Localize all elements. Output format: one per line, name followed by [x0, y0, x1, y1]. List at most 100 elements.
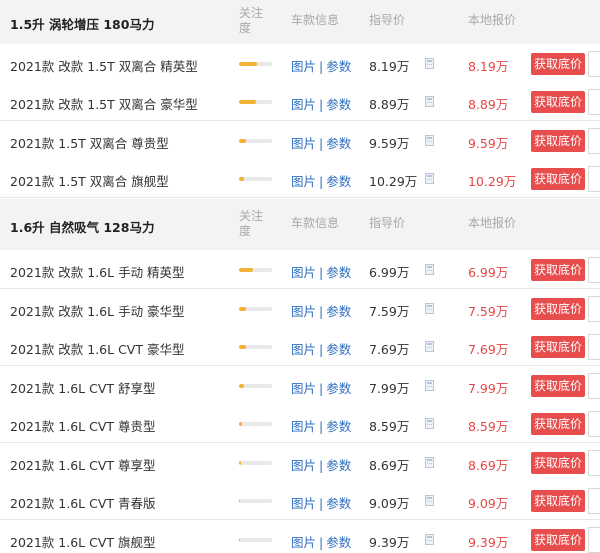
params-link[interactable]: 参数	[326, 136, 351, 151]
attention-bar	[239, 461, 272, 465]
attention-bar-fill	[239, 499, 241, 503]
calculator-icon[interactable]	[425, 264, 434, 275]
row-action-edge[interactable]	[588, 488, 600, 514]
row-action-edge[interactable]	[588, 450, 600, 476]
row-action-edge[interactable]	[588, 166, 600, 192]
get-lowest-price-button[interactable]: 获取底价	[531, 298, 585, 320]
calculator-icon[interactable]	[425, 58, 434, 69]
photos-link[interactable]: 图片	[291, 458, 316, 473]
model-info-links: 图片 | 参数	[291, 56, 351, 75]
get-lowest-price-button[interactable]: 获取底价	[531, 336, 585, 358]
get-lowest-price-button[interactable]: 获取底价	[531, 168, 585, 190]
row-action-edge[interactable]	[588, 128, 600, 154]
car-model-name[interactable]: 2021款 改款 1.6L 手动 精英型	[10, 262, 185, 281]
guide-price: 8.19万	[369, 59, 410, 74]
calculator-icon[interactable]	[425, 173, 434, 184]
attention-bar-fill	[239, 62, 258, 66]
photos-link[interactable]: 图片	[291, 381, 316, 396]
calculator-icon[interactable]	[425, 495, 434, 506]
car-model-name[interactable]: 2021款 改款 1.6L CVT 豪华型	[10, 339, 184, 358]
row-action-edge[interactable]	[588, 334, 600, 360]
calculator-icon[interactable]	[425, 96, 434, 107]
params-link[interactable]: 参数	[326, 265, 351, 280]
photos-link[interactable]: 图片	[291, 265, 316, 280]
params-link[interactable]: 参数	[326, 174, 351, 189]
row-action-edge[interactable]	[588, 89, 600, 115]
model-info-links: 图片 | 参数	[291, 416, 351, 435]
attention-bar	[239, 538, 272, 542]
get-lowest-price-button[interactable]: 获取底价	[531, 53, 585, 75]
car-model-name[interactable]: 2021款 1.6L CVT 青春版	[10, 493, 156, 512]
photos-link[interactable]: 图片	[291, 136, 316, 151]
params-link[interactable]: 参数	[326, 342, 351, 357]
params-link[interactable]: 参数	[326, 419, 351, 434]
row-action-edge[interactable]	[588, 411, 600, 437]
local-price: 8.19万	[468, 59, 509, 74]
table-row: 2021款 改款 1.6L 手动 豪华型 图片 | 参数 7.59万 7.59万 获取底价	[0, 289, 600, 328]
attention-bar	[239, 499, 272, 503]
car-model-name[interactable]: 2021款 1.5T 双离合 尊贵型	[10, 133, 169, 152]
photos-link[interactable]: 图片	[291, 496, 316, 511]
photos-link[interactable]: 图片	[291, 419, 316, 434]
photos-link[interactable]: 图片	[291, 97, 316, 112]
calculator-icon[interactable]	[425, 457, 434, 468]
attention-bar-fill	[239, 139, 247, 143]
engine-group-title: 1.5升 涡轮增压 180马力	[10, 17, 155, 32]
params-link[interactable]: 参数	[326, 59, 351, 74]
guide-price: 8.89万	[369, 97, 410, 112]
model-info-links: 图片 | 参数	[291, 301, 351, 320]
link-separator: |	[319, 59, 324, 74]
calculator-icon[interactable]	[425, 341, 434, 352]
car-model-name[interactable]: 2021款 1.6L CVT 尊享型	[10, 455, 156, 474]
photos-link[interactable]: 图片	[291, 342, 316, 357]
params-link[interactable]: 参数	[326, 496, 351, 511]
link-separator: |	[319, 458, 324, 473]
photos-link[interactable]: 图片	[291, 59, 316, 74]
car-model-name[interactable]: 2021款 改款 1.6L 手动 豪华型	[10, 301, 185, 320]
attention-bar-fill	[239, 538, 241, 542]
params-link[interactable]: 参数	[326, 304, 351, 319]
table-row: 2021款 1.5T 双离合 尊贵型 图片 | 参数 9.59万 9.59万 获取底价	[0, 121, 600, 160]
get-lowest-price-button[interactable]: 获取底价	[531, 413, 585, 435]
get-lowest-price-button[interactable]: 获取底价	[531, 375, 585, 397]
guide-price: 10.29万	[369, 174, 418, 189]
table-row: 2021款 1.6L CVT 旗舰型 图片 | 参数 9.39万 9.39万 获取底价	[0, 520, 600, 553]
row-action-edge[interactable]	[588, 373, 600, 399]
row-action-edge[interactable]	[588, 527, 600, 553]
row-action-edge[interactable]	[588, 51, 600, 77]
car-model-name[interactable]: 2021款 改款 1.5T 双离合 精英型	[10, 56, 198, 75]
calculator-icon[interactable]	[425, 418, 434, 429]
photos-link[interactable]: 图片	[291, 304, 316, 319]
params-link[interactable]: 参数	[326, 535, 351, 550]
get-lowest-price-button[interactable]: 获取底价	[531, 259, 585, 281]
get-lowest-price-button[interactable]: 获取底价	[531, 91, 585, 113]
params-link[interactable]: 参数	[326, 97, 351, 112]
get-lowest-price-button[interactable]: 获取底价	[531, 130, 585, 152]
get-lowest-price-button[interactable]: 获取底价	[531, 529, 585, 551]
car-model-name[interactable]: 2021款 1.5T 双离合 旗舰型	[10, 171, 169, 190]
car-model-name[interactable]: 2021款 1.6L CVT 尊贵型	[10, 416, 156, 435]
car-model-name[interactable]: 2021款 1.6L CVT 旗舰型	[10, 532, 156, 551]
params-link[interactable]: 参数	[326, 381, 351, 396]
get-lowest-price-button[interactable]: 获取底价	[531, 490, 585, 512]
calculator-icon[interactable]	[425, 135, 434, 146]
photos-link[interactable]: 图片	[291, 535, 316, 550]
params-link[interactable]: 参数	[326, 458, 351, 473]
car-model-name[interactable]: 2021款 改款 1.5T 双离合 豪华型	[10, 94, 198, 113]
get-lowest-price-button[interactable]: 获取底价	[531, 452, 585, 474]
attention-column-header: 关注度	[239, 209, 264, 238]
guide-price: 9.39万	[369, 535, 410, 550]
table-row: 2021款 1.5T 双离合 旗舰型 图片 | 参数 10.29万 10.29万 获取底价	[0, 159, 600, 198]
table-row: 2021款 1.6L CVT 青春版 图片 | 参数 9.09万 9.09万 获取底价	[0, 481, 600, 520]
car-model-name[interactable]: 2021款 1.6L CVT 舒享型	[10, 378, 156, 397]
calculator-icon[interactable]	[425, 534, 434, 545]
local-price: 7.59万	[468, 304, 509, 319]
row-action-edge[interactable]	[588, 296, 600, 322]
table-row: 2021款 改款 1.6L 手动 精英型 图片 | 参数 6.99万 6.99万 获取底价	[0, 250, 600, 289]
attention-bar-fill	[239, 345, 246, 349]
calculator-icon[interactable]	[425, 303, 434, 314]
row-action-edge[interactable]	[588, 257, 600, 283]
photos-link[interactable]: 图片	[291, 174, 316, 189]
link-separator: |	[319, 136, 324, 151]
calculator-icon[interactable]	[425, 380, 434, 391]
